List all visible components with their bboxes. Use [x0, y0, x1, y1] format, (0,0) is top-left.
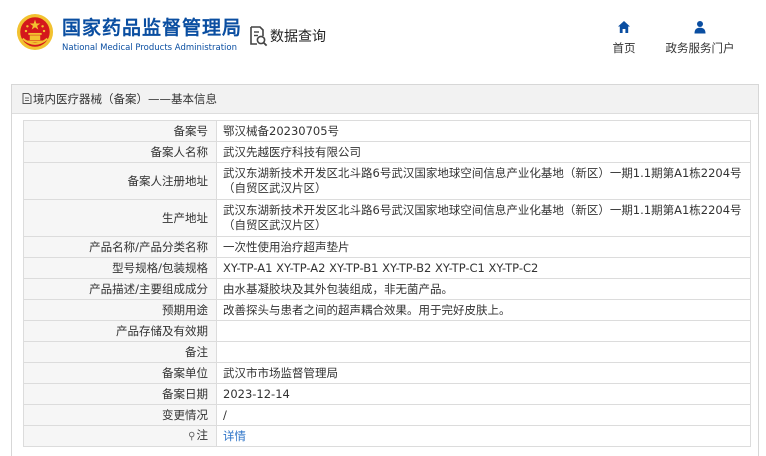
note-value-cell: 详情 — [216, 425, 751, 447]
panel-title: 境内医疗器械（备案）——基本信息 — [12, 85, 758, 114]
row-product-description: 产品描述/主要组成成分 由水基凝胶块及其外包装组成，非无菌产品。 — [23, 278, 751, 300]
agency-name-cn: 国家药品监督管理局 — [62, 17, 243, 39]
row-record-number: 备案号 鄂汉械备20230705号 — [23, 120, 751, 142]
row-label: 产品存储及有效期 — [23, 320, 217, 342]
row-label: 产品描述/主要组成成分 — [23, 278, 217, 300]
data-query-title: 数据查询 — [248, 24, 326, 48]
document-search-icon — [250, 26, 268, 47]
row-label: 产品名称/产品分类名称 — [23, 236, 217, 258]
record-panel: 境内医疗器械（备案）——基本信息 备案号 鄂汉械备20230705号 备案人名称… — [11, 84, 759, 456]
document-icon — [22, 93, 32, 104]
row-change-status: 变更情况 / — [23, 404, 751, 426]
record-table: 备案号 鄂汉械备20230705号 备案人名称 武汉先越医疗科技有限公司 备案人… — [23, 120, 751, 447]
nav-service-label: 政务服务门户 — [665, 41, 735, 55]
row-value: 2023-12-14 — [216, 383, 751, 405]
row-label: 预期用途 — [23, 299, 217, 321]
row-value — [216, 341, 751, 363]
note-label: 注 — [196, 428, 209, 442]
row-value: 武汉东湖新技术开发区北斗路6号武汉国家地球空间信息产业化基地（新区）一期1.1期… — [216, 199, 751, 237]
row-value — [216, 320, 751, 342]
row-filing-authority: 备案单位 武汉市市场监督管理局 — [23, 362, 751, 384]
nav-home-label: 首页 — [612, 41, 636, 55]
row-value: 武汉先越医疗科技有限公司 — [216, 141, 751, 163]
row-intended-use: 预期用途 改善探头与患者之间的超声耦合效果。用于完好皮肤上。 — [23, 299, 751, 321]
agency-name-en: National Medical Products Administration — [62, 43, 237, 53]
site-header: 国家药品监督管理局 National Medical Products Admi… — [0, 0, 766, 72]
row-filing-date: 备案日期 2023-12-14 — [23, 383, 751, 405]
national-emblem-icon — [16, 13, 54, 51]
row-filer-name: 备案人名称 武汉先越医疗科技有限公司 — [23, 141, 751, 163]
row-label: 型号规格/包装规格 — [23, 257, 217, 279]
row-label: 生产地址 — [23, 199, 217, 237]
row-note: ⚲注 详情 — [23, 425, 751, 447]
row-remarks: 备注 — [23, 341, 751, 363]
row-label: 备案日期 — [23, 383, 217, 405]
row-value: XY-TP-A1 XY-TP-A2 XY-TP-B1 XY-TP-B2 XY-T… — [216, 257, 751, 279]
panel-title-text: 境内医疗器械（备案）——基本信息 — [33, 92, 217, 106]
row-value: / — [216, 404, 751, 426]
row-label: 备案单位 — [23, 362, 217, 384]
row-label: 备案人名称 — [23, 141, 217, 163]
row-label: 备案号 — [23, 120, 217, 142]
details-link[interactable]: 详情 — [223, 429, 246, 443]
row-label: 备注 — [23, 341, 217, 363]
row-storage-validity: 产品存储及有效期 — [23, 320, 751, 342]
row-product-name: 产品名称/产品分类名称 一次性使用治疗超声垫片 — [23, 236, 751, 258]
home-icon — [618, 21, 630, 33]
nav-service-portal[interactable]: 政务服务门户 — [656, 20, 744, 56]
user-icon — [694, 21, 706, 34]
row-value: 武汉东湖新技术开发区北斗路6号武汉国家地球空间信息产业化基地（新区）一期1.1期… — [216, 162, 751, 200]
row-production-address: 生产地址 武汉东湖新技术开发区北斗路6号武汉国家地球空间信息产业化基地（新区）一… — [23, 199, 751, 237]
row-label: 变更情况 — [23, 404, 217, 426]
row-value: 武汉市市场监督管理局 — [216, 362, 751, 384]
row-filer-address: 备案人注册地址 武汉东湖新技术开发区北斗路6号武汉国家地球空间信息产业化基地（新… — [23, 162, 751, 200]
row-model-spec: 型号规格/包装规格 XY-TP-A1 XY-TP-A2 XY-TP-B1 XY-… — [23, 257, 751, 279]
row-label: 备案人注册地址 — [23, 162, 217, 200]
row-value: 鄂汉械备20230705号 — [216, 120, 751, 142]
row-value: 一次性使用治疗超声垫片 — [216, 236, 751, 258]
data-query-label: 数据查询 — [270, 29, 326, 45]
row-value: 改善探头与患者之间的超声耦合效果。用于完好皮肤上。 — [216, 299, 751, 321]
pin-icon: ⚲ — [188, 431, 196, 442]
nav-home[interactable]: 首页 — [604, 20, 644, 56]
row-value: 由水基凝胶块及其外包装组成，非无菌产品。 — [216, 278, 751, 300]
note-label-cell: ⚲注 — [23, 425, 217, 447]
